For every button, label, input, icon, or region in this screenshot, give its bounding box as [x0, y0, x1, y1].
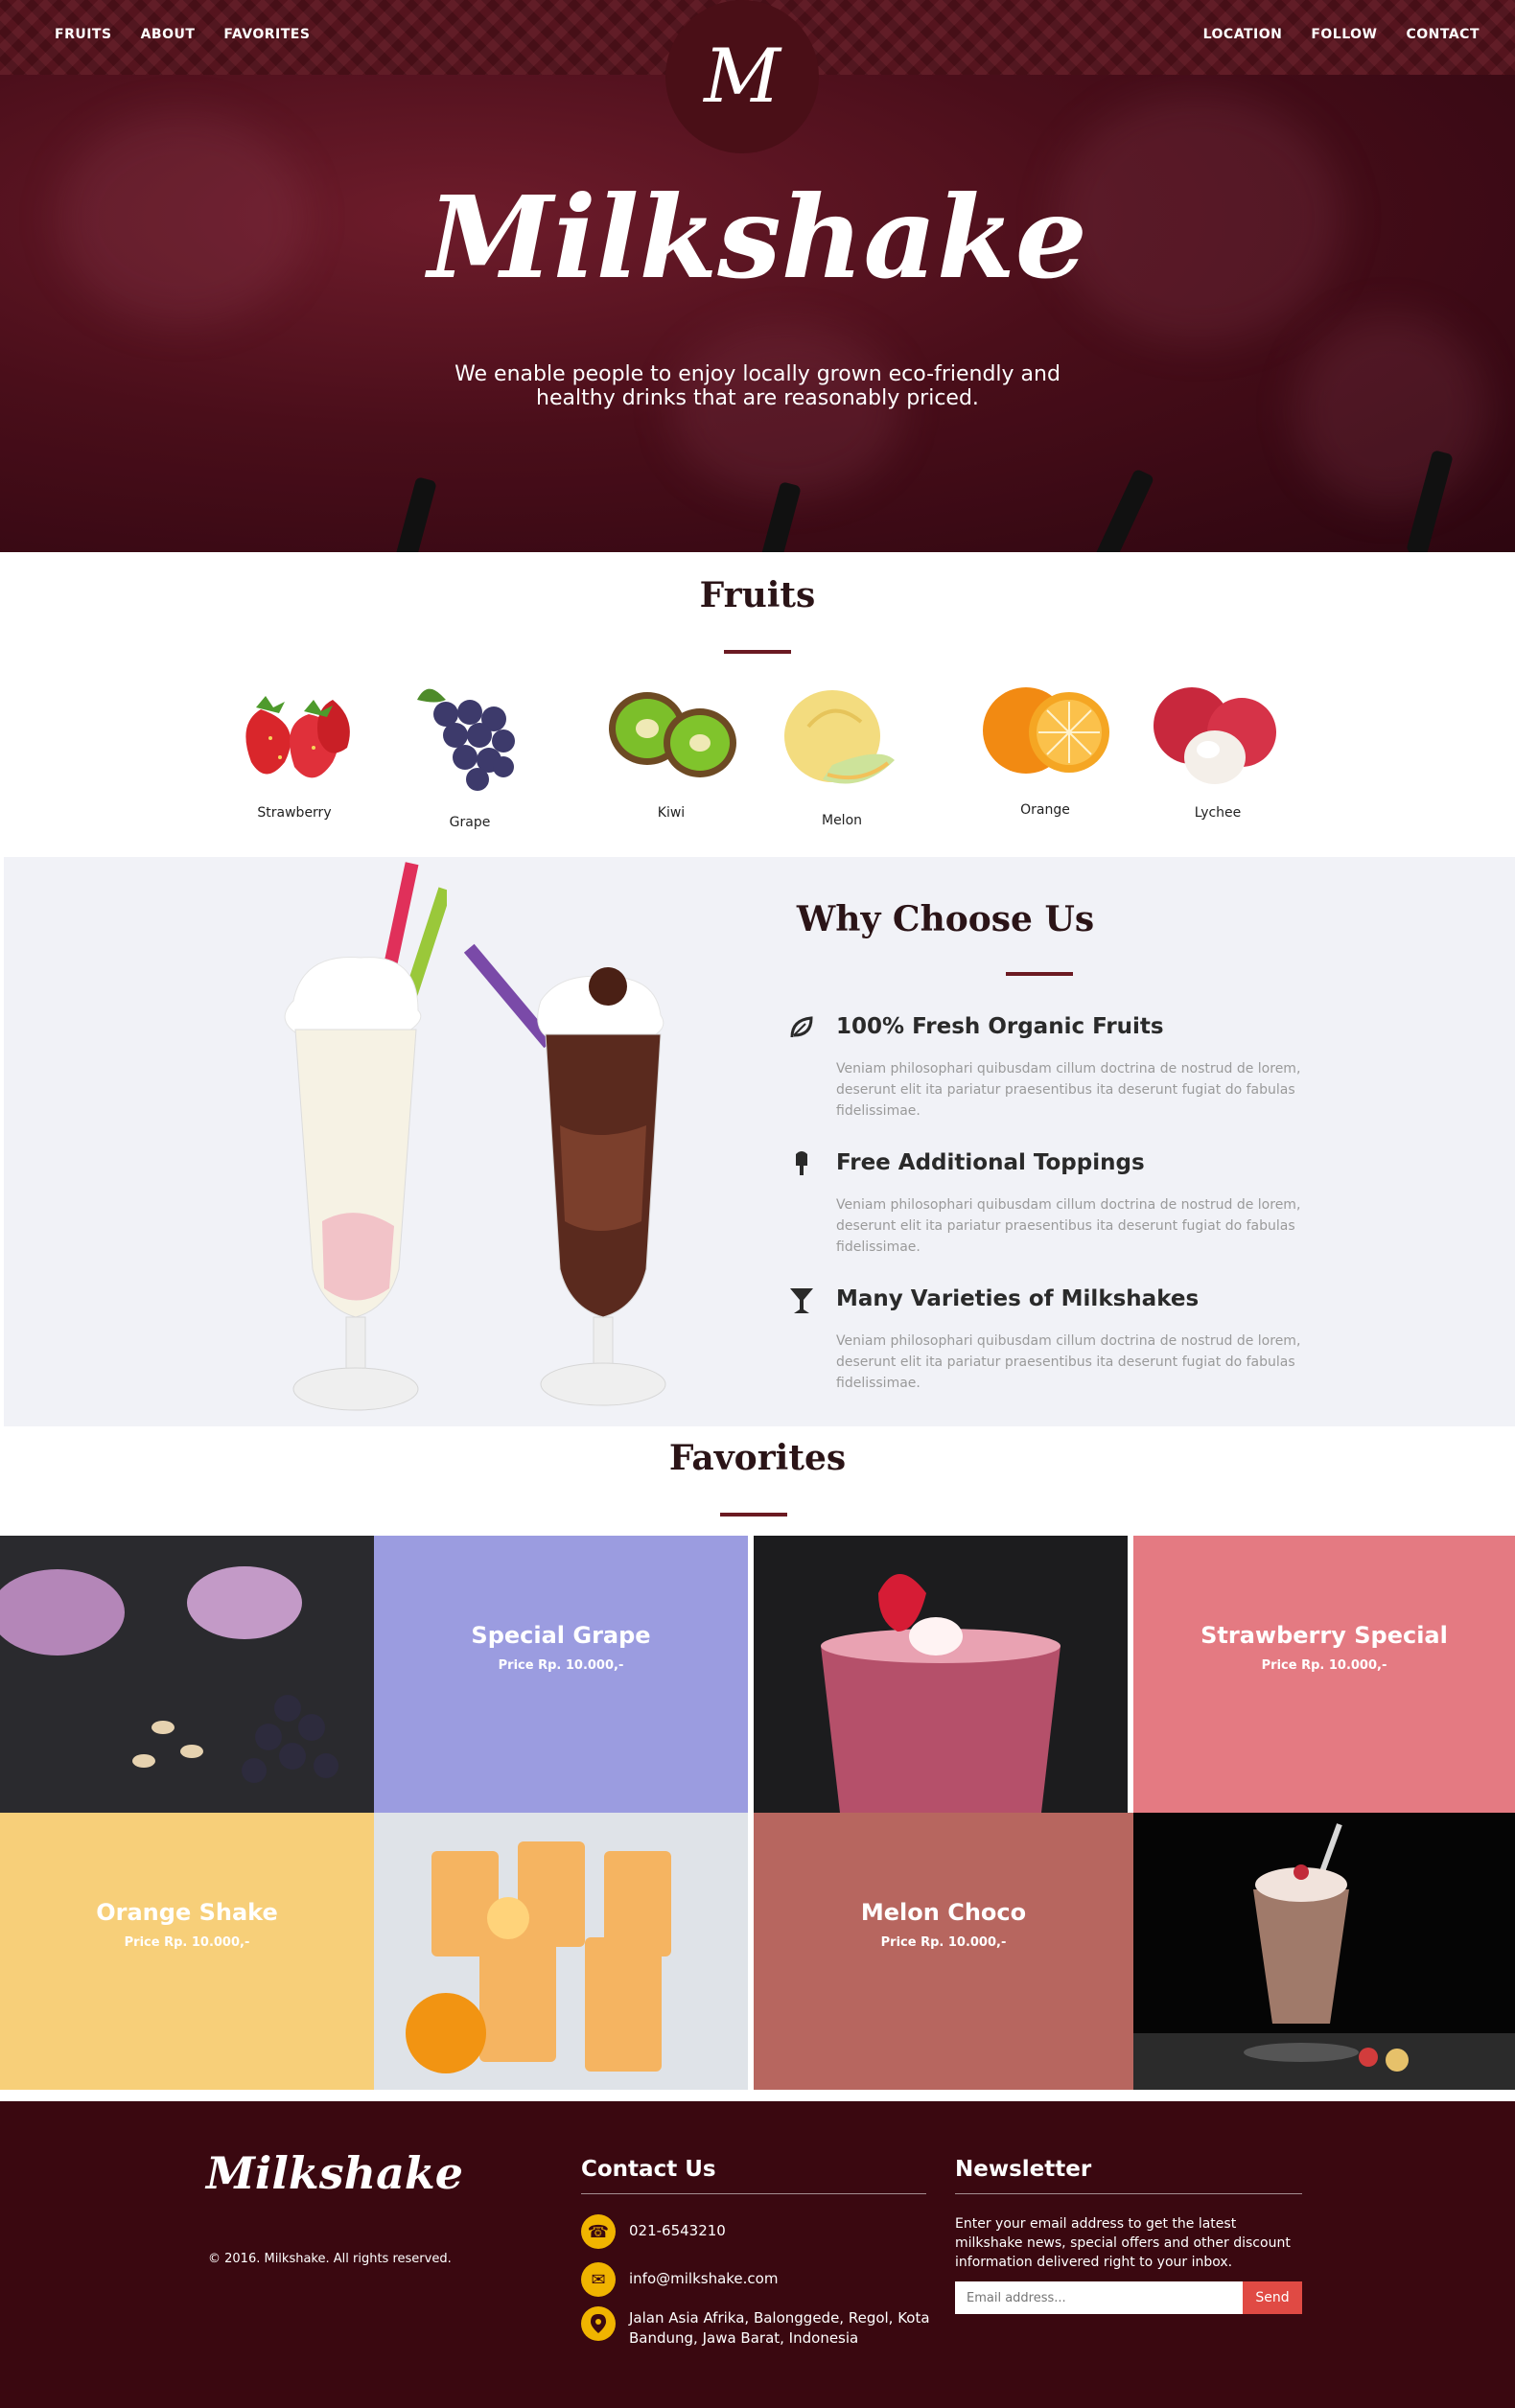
- popsicle-icon: [788, 1150, 817, 1179]
- footer-copyright: © 2016. Milkshake. All rights reserved.: [208, 2252, 452, 2266]
- newsletter-title: Newsletter: [955, 2157, 1092, 2182]
- favorite-price: Price Rp. 10.000,-: [1261, 1658, 1387, 1673]
- why-title: Why Choose Us: [796, 899, 1095, 939]
- contact-divider: [581, 2193, 926, 2194]
- nav-link-about[interactable]: ABOUT: [141, 27, 196, 42]
- contact-email[interactable]: ✉ info@milkshake.com: [581, 2262, 936, 2297]
- cocktail-icon: [788, 1286, 817, 1315]
- favorite-price: Price Rp. 10.000,-: [880, 1935, 1007, 1950]
- strawberry-shake-photo: [754, 1536, 1128, 1813]
- feature-organic: 100% Fresh Organic Fruits Veniam philoso…: [788, 1014, 1306, 1129]
- newsletter-send-button[interactable]: Send: [1243, 2281, 1302, 2314]
- location-pin-icon: [581, 2306, 616, 2341]
- favorite-price: Price Rp. 10.000,-: [498, 1658, 624, 1673]
- phone-icon: ☎: [581, 2214, 616, 2249]
- hero-title: Milkshake: [428, 171, 1087, 304]
- grape-image: [417, 688, 515, 791]
- favorite-orange-shake[interactable]: Orange Shake Price Rp. 10.000,-: [0, 1813, 374, 2090]
- contact-address: Jalan Asia Afrika, Balonggede, Regol, Ko…: [581, 2306, 936, 2349]
- fruit-grape[interactable]: Grape: [403, 676, 537, 830]
- nav-right-menu: LOCATION FOLLOW CONTACT: [1203, 27, 1480, 42]
- feature-title: Free Additional Toppings: [836, 1150, 1145, 1175]
- feature-text: Veniam philosophari quibusdam cillum doc…: [836, 1197, 1301, 1255]
- fruits-divider: [724, 650, 791, 654]
- strawberry-image: [245, 696, 350, 778]
- kiwi-image: [609, 692, 736, 777]
- orange-image: [983, 687, 1109, 774]
- chocolate-milkshake-image: [464, 943, 666, 1406]
- favorites-grid: Special Grape Price Rp. 10.000,- Strawbe…: [0, 1536, 1515, 2090]
- grape-shake-photo: [0, 1536, 374, 1813]
- nav-link-contact[interactable]: CONTACT: [1406, 27, 1480, 42]
- nav-link-favorites[interactable]: FAVORITES: [223, 27, 310, 42]
- nav-link-location[interactable]: LOCATION: [1203, 27, 1283, 42]
- favorite-name: Special Grape: [471, 1622, 651, 1649]
- feature-text: Veniam philosophari quibusdam cillum doc…: [836, 1333, 1301, 1391]
- feature-varieties: Many Varieties of Milkshakes Veniam phil…: [788, 1286, 1306, 1401]
- favorite-name: Orange Shake: [96, 1899, 278, 1926]
- fruit-label: Kiwi: [657, 805, 686, 821]
- feature-text: Veniam philosophari quibusdam cillum doc…: [836, 1061, 1301, 1119]
- favorite-strawberry-special[interactable]: Strawberry Special Price Rp. 10.000,-: [1133, 1536, 1515, 1813]
- favorite-name: Melon Choco: [860, 1899, 1027, 1926]
- favorite-special-grape[interactable]: Special Grape Price Rp. 10.000,-: [374, 1536, 748, 1813]
- why-divider: [1006, 972, 1073, 976]
- brand-logo[interactable]: M: [665, 0, 819, 153]
- feature-title: Many Varieties of Milkshakes: [836, 1286, 1200, 1311]
- newsletter-divider: [955, 2193, 1302, 2194]
- orange-shake-photo: [374, 1813, 748, 2090]
- footer-logo[interactable]: Milkshake: [206, 2147, 463, 2199]
- leaf-icon: [788, 1014, 817, 1043]
- fruit-label: Orange: [1020, 802, 1070, 818]
- favorites-title: Favorites: [668, 1438, 847, 1478]
- favorites-divider: [720, 1513, 787, 1517]
- favorite-melon-choco[interactable]: Melon Choco Price Rp. 10.000,-: [754, 1813, 1133, 2090]
- newsletter-description: Enter your email address to get the late…: [955, 2216, 1291, 2270]
- fruit-label: Grape: [449, 815, 491, 830]
- straw-image: [1090, 468, 1155, 552]
- contact-phone[interactable]: ☎ 021-6543210: [581, 2214, 936, 2249]
- choco-shake-photo: [1133, 1813, 1515, 2090]
- lychee-image: [1154, 687, 1276, 784]
- fruit-strawberry[interactable]: Strawberry: [222, 671, 366, 821]
- nav-link-fruits[interactable]: FRUITS: [55, 27, 112, 42]
- fruit-orange[interactable]: Orange: [973, 673, 1117, 818]
- vanilla-milkshake-image: [284, 862, 447, 1411]
- nav-left-menu: FRUITS ABOUT FAVORITES: [55, 27, 310, 42]
- nav-link-follow[interactable]: FOLLOW: [1311, 27, 1377, 42]
- melon-image: [784, 690, 895, 784]
- phone-text: 021-6543210: [629, 2222, 726, 2239]
- fruit-label: Lychee: [1194, 805, 1242, 821]
- why-choose-us-section: Why Choose Us 100% Fresh Organic Fruits …: [4, 857, 1515, 1426]
- favorite-name: Strawberry Special: [1200, 1622, 1448, 1649]
- feature-title: 100% Fresh Organic Fruits: [836, 1014, 1164, 1039]
- fruit-label: Melon: [821, 813, 863, 828]
- fruit-melon[interactable]: Melon: [775, 679, 909, 828]
- address-text: Jalan Asia Afrika, Balonggede, Regol, Ko…: [629, 2309, 930, 2347]
- newsletter-email-input[interactable]: [955, 2281, 1243, 2314]
- feature-toppings: Free Additional Toppings Veniam philosop…: [788, 1150, 1306, 1265]
- fruit-lychee[interactable]: Lychee: [1146, 673, 1290, 821]
- favorite-price: Price Rp. 10.000,-: [124, 1935, 250, 1950]
- hero-subtitle: We enable people to enjoy locally grown …: [454, 362, 1060, 410]
- brand-logo-letter: M: [704, 34, 781, 120]
- fruit-kiwi[interactable]: Kiwi: [599, 676, 743, 821]
- envelope-icon: ✉: [581, 2262, 616, 2297]
- fruits-title: Fruits: [699, 575, 816, 615]
- contact-title: Contact Us: [581, 2157, 716, 2182]
- fruit-label: Strawberry: [257, 805, 332, 821]
- straw-image: [389, 476, 437, 552]
- email-text: info@milkshake.com: [629, 2270, 779, 2287]
